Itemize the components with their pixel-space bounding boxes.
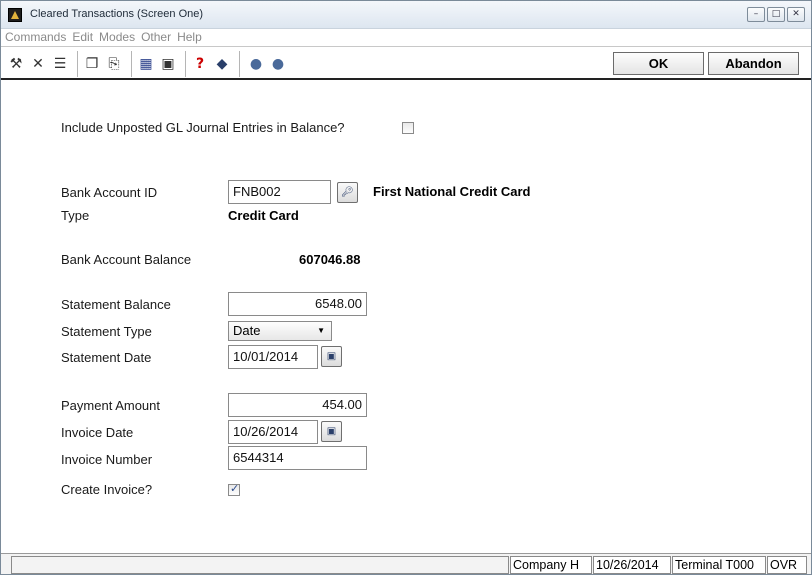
calendar-icon: ▣ [326,351,337,362]
create-invoice-checkbox[interactable] [228,482,240,496]
type-label: Type [61,208,90,223]
invoice-date-field[interactable]: 10/26/2014 [228,420,318,444]
type-value: Credit Card [228,208,299,223]
statement-date-field[interactable]: 10/01/2014 [228,345,318,369]
copy-icon[interactable]: ❐ [83,55,101,73]
chevron-down-icon: ▼ [317,326,325,335]
statement-type-label: Statement Type [61,324,152,339]
book-icon[interactable]: ◆ [213,55,231,73]
include-unposted-label: Include Unposted GL Journal Entries in B… [61,120,345,135]
invoice-date-label: Invoice Date [61,425,134,440]
status-mode: OVR [767,556,807,574]
status-bar: Company H 10/26/2014 Terminal T000 OVR [1,553,811,574]
back-icon[interactable]: ● [247,55,265,73]
forward-icon[interactable]: ● [269,55,287,73]
payment-amount-label: Payment Amount [61,398,160,413]
calendar-icon: ▣ [326,426,337,437]
include-unposted-checkbox[interactable] [402,122,414,134]
bank-account-name: First National Credit Card [373,184,531,199]
abandon-button[interactable]: Abandon [708,52,799,75]
toolbar-group-help: ? ◆ [191,53,231,75]
status-message-area [11,556,509,574]
statement-type-select[interactable]: Date ▼ [228,321,332,341]
menu-edit[interactable]: Edit [72,29,93,46]
invoice-date-picker-button[interactable]: ▣ [321,421,342,442]
minimize-button[interactable]: – [747,7,765,22]
app-logo-icon [8,8,22,22]
lookup-button[interactable]: 🔑︎ [337,182,358,203]
statement-balance-label: Statement Balance [61,297,171,312]
key-icon: 🔑︎ [341,187,354,198]
toolbar-group-edit: ⚒ ✕ ☰ [7,53,69,75]
toolbar-separator [77,51,78,77]
invoice-number-label: Invoice Number [61,452,153,467]
tools-icon[interactable]: ⚒ [7,55,25,73]
statement-type-value: Date [233,323,261,338]
maximize-button[interactable]: □ [767,7,785,22]
statement-balance-field[interactable]: 6548.00 [228,292,367,316]
menu-bar: Commands Edit Modes Other Help [1,29,811,47]
payment-amount-field[interactable]: 454.00 [228,393,367,417]
delete-icon[interactable]: ✕ [29,55,47,73]
toolbar-group-tools: ▦ ▣ [137,53,177,75]
status-terminal: Terminal T000 [672,556,766,574]
menu-modes[interactable]: Modes [99,29,135,46]
window-controls: – □ ✕ [747,7,805,22]
toolbar-separator [131,51,132,77]
paste-icon[interactable]: ⎘ [105,55,123,73]
bank-account-balance-label: Bank Account Balance [61,252,192,267]
toolbar: ⚒ ✕ ☰ ❐ ⎘ ▦ ▣ ? ◆ ● ● OK Abandon [1,48,811,80]
menu-other[interactable]: Other [141,29,171,46]
create-invoice-label: Create Invoice? [61,482,153,497]
form-content: Include Unposted GL Journal Entries in B… [1,82,811,552]
bank-account-id-field[interactable]: FNB002 [228,180,331,204]
bank-account-balance-value: 607046.88 [299,252,361,267]
toolbar-separator [185,51,186,77]
bank-account-id-label: Bank Account ID [61,185,158,200]
toolbar-group-clipboard: ❐ ⎘ [83,53,123,75]
ok-button[interactable]: OK [613,52,704,75]
toolbar-group-nav: ● ● [247,53,287,75]
calendar-icon[interactable]: ▣ [159,55,177,73]
menu-commands[interactable]: Commands [5,29,66,46]
title-bar: Cleared Transactions (Screen One) – □ ✕ [1,1,811,29]
toolbar-separator [239,51,240,77]
calculator-icon[interactable]: ▦ [137,55,155,73]
list-icon[interactable]: ☰ [51,55,69,73]
statement-date-picker-button[interactable]: ▣ [321,346,342,367]
status-date: 10/26/2014 [593,556,671,574]
statement-date-label: Statement Date [61,350,152,365]
window-title: Cleared Transactions (Screen One) [30,8,204,20]
menu-help[interactable]: Help [177,29,202,46]
window: Cleared Transactions (Screen One) – □ ✕ … [0,0,812,575]
invoice-number-field[interactable]: 6544314 [228,446,367,470]
status-company: Company H [510,556,592,574]
close-button[interactable]: ✕ [787,7,805,22]
help-icon[interactable]: ? [191,55,209,73]
